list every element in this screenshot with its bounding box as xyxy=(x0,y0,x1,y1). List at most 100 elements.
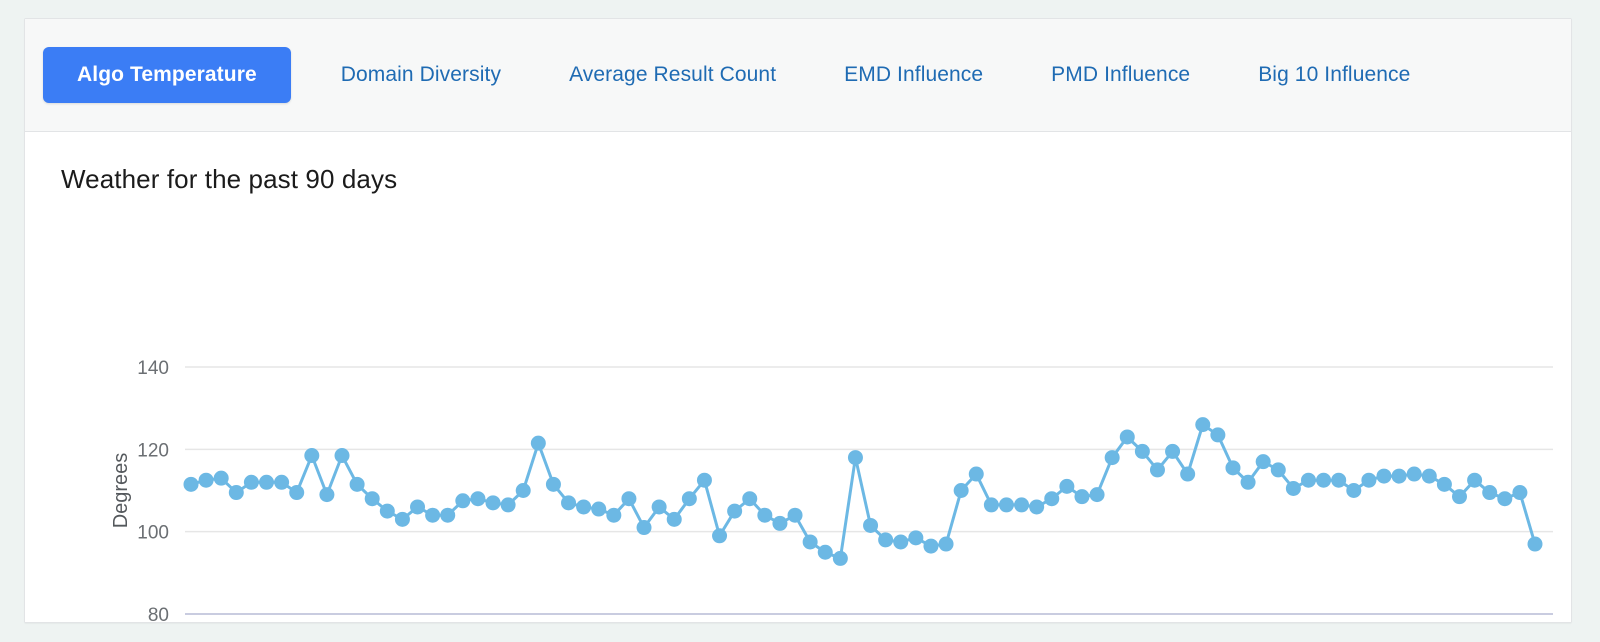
data-point[interactable] xyxy=(878,532,894,548)
data-point[interactable] xyxy=(757,507,773,523)
data-point[interactable] xyxy=(923,538,939,554)
data-point[interactable] xyxy=(1074,489,1090,505)
data-point[interactable] xyxy=(1346,483,1362,498)
data-point[interactable] xyxy=(696,472,712,488)
data-point[interactable] xyxy=(1512,485,1528,501)
data-point[interactable] xyxy=(1014,497,1030,513)
data-point[interactable] xyxy=(953,483,969,498)
data-point[interactable] xyxy=(515,483,531,498)
data-point[interactable] xyxy=(1119,429,1135,445)
data-point[interactable] xyxy=(666,511,682,527)
data-point[interactable] xyxy=(1376,468,1392,484)
data-point[interactable] xyxy=(1149,462,1165,478)
data-point[interactable] xyxy=(425,507,441,523)
data-point[interactable] xyxy=(606,507,622,523)
data-point[interactable] xyxy=(802,534,818,550)
data-point[interactable] xyxy=(1195,417,1211,433)
data-point[interactable] xyxy=(651,499,667,515)
data-point[interactable] xyxy=(561,495,577,511)
data-point[interactable] xyxy=(183,476,199,492)
data-point[interactable] xyxy=(545,476,561,492)
data-point[interactable] xyxy=(621,491,637,507)
data-point[interactable] xyxy=(1134,443,1150,459)
data-point[interactable] xyxy=(1270,462,1286,478)
data-point[interactable] xyxy=(228,485,244,501)
tab-big-10-influence[interactable]: Big 10 Influence xyxy=(1224,47,1444,103)
data-point[interactable] xyxy=(893,534,909,550)
y-tick-label: 80 xyxy=(148,605,169,622)
data-point[interactable] xyxy=(500,497,516,513)
tab-domain-diversity[interactable]: Domain Diversity xyxy=(307,47,535,103)
tab-algo-temperature[interactable]: Algo Temperature xyxy=(43,47,291,103)
data-point[interactable] xyxy=(289,485,305,501)
data-point[interactable] xyxy=(1451,489,1467,505)
data-point[interactable] xyxy=(274,474,290,490)
data-point[interactable] xyxy=(530,435,546,451)
data-point[interactable] xyxy=(727,503,743,519)
data-point[interactable] xyxy=(1391,468,1407,484)
data-point[interactable] xyxy=(772,515,788,531)
data-point[interactable] xyxy=(1406,466,1422,482)
data-point[interactable] xyxy=(863,517,879,533)
data-point[interactable] xyxy=(681,491,697,507)
data-point[interactable] xyxy=(243,474,259,490)
data-point[interactable] xyxy=(410,499,426,515)
data-point[interactable] xyxy=(1104,450,1120,466)
data-point[interactable] xyxy=(1316,472,1332,488)
data-point[interactable] xyxy=(983,497,999,513)
data-point[interactable] xyxy=(817,544,833,560)
data-point[interactable] xyxy=(1482,485,1498,501)
tab-pmd-influence[interactable]: PMD Influence xyxy=(1017,47,1224,103)
data-point[interactable] xyxy=(394,511,410,527)
data-point[interactable] xyxy=(198,472,214,488)
data-point[interactable] xyxy=(304,448,320,464)
data-point[interactable] xyxy=(1497,491,1513,507)
data-point[interactable] xyxy=(455,493,471,509)
data-point[interactable] xyxy=(742,491,758,507)
data-point[interactable] xyxy=(998,497,1014,513)
data-point[interactable] xyxy=(712,528,728,544)
data-point[interactable] xyxy=(485,495,501,511)
data-point[interactable] xyxy=(968,466,984,482)
data-point[interactable] xyxy=(1467,472,1483,488)
data-point[interactable] xyxy=(319,487,335,503)
data-point[interactable] xyxy=(576,499,592,515)
data-point[interactable] xyxy=(334,448,350,464)
data-point[interactable] xyxy=(364,491,380,507)
data-point[interactable] xyxy=(259,474,275,490)
data-point[interactable] xyxy=(591,501,607,517)
data-point[interactable] xyxy=(1165,443,1181,459)
data-point[interactable] xyxy=(470,491,486,507)
tab-average-result-count[interactable]: Average Result Count xyxy=(535,47,810,103)
data-point[interactable] xyxy=(1285,480,1301,496)
data-point[interactable] xyxy=(847,450,863,466)
data-point[interactable] xyxy=(1527,536,1543,552)
data-point[interactable] xyxy=(213,470,229,486)
data-point[interactable] xyxy=(908,530,924,546)
data-point[interactable] xyxy=(636,520,652,536)
data-point[interactable] xyxy=(1240,474,1256,490)
data-point[interactable] xyxy=(938,536,954,552)
data-point[interactable] xyxy=(1300,472,1316,488)
data-point[interactable] xyxy=(832,550,848,566)
data-point[interactable] xyxy=(1029,499,1045,515)
data-point[interactable] xyxy=(1059,478,1075,494)
data-point[interactable] xyxy=(379,503,395,519)
data-point[interactable] xyxy=(1361,472,1377,488)
data-point[interactable] xyxy=(1436,476,1452,492)
y-tick-label: 100 xyxy=(137,523,169,544)
data-point[interactable] xyxy=(1044,491,1060,507)
data-point[interactable] xyxy=(1089,487,1105,503)
tab-emd-influence[interactable]: EMD Influence xyxy=(810,47,1017,103)
data-point[interactable] xyxy=(1210,427,1226,443)
data-point[interactable] xyxy=(1255,454,1271,470)
data-point[interactable] xyxy=(1225,460,1241,476)
data-point[interactable] xyxy=(1331,472,1347,488)
tab-bar: Algo Temperature Domain Diversity Averag… xyxy=(25,19,1571,132)
data-point[interactable] xyxy=(1180,466,1196,482)
data-point[interactable] xyxy=(787,507,803,523)
data-point[interactable] xyxy=(440,507,456,523)
line-chart: 80100120140 Oct 16Oct 19Oct 22Oct 25Oct … xyxy=(25,132,1571,622)
data-point[interactable] xyxy=(349,476,365,492)
data-point[interactable] xyxy=(1421,468,1437,484)
